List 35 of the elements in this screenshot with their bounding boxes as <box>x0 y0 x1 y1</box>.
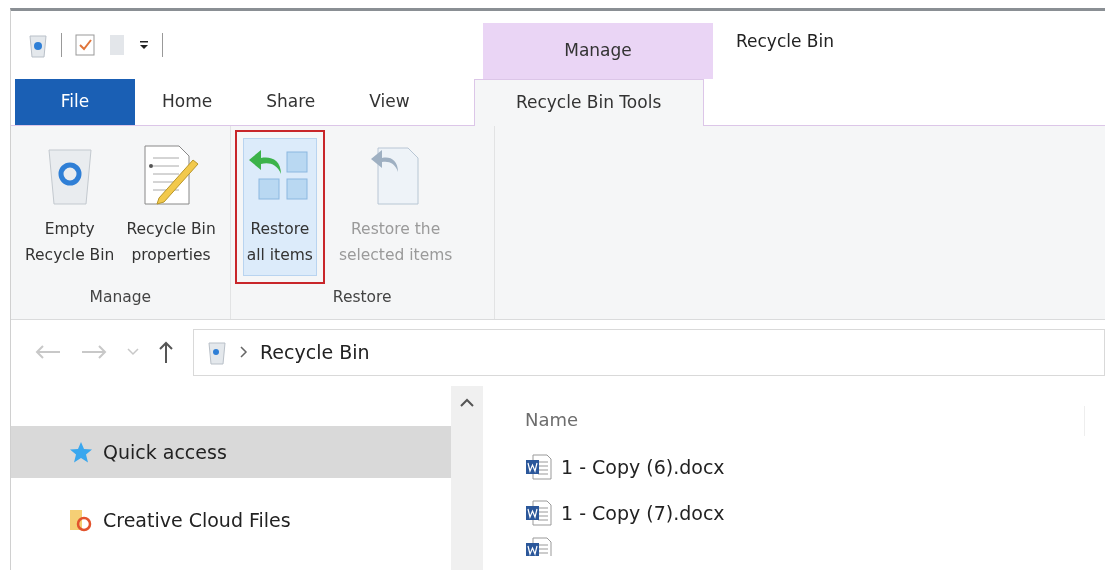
file-row[interactable]: 1 - Copy (7).docx <box>525 490 1105 536</box>
back-arrow-icon[interactable] <box>35 345 61 359</box>
checkbox-icon[interactable] <box>74 33 96 57</box>
chevron-up-icon[interactable] <box>460 398 474 407</box>
chevron-down-icon[interactable] <box>127 348 139 356</box>
ribbon-tab[interactable]: Share <box>239 79 343 125</box>
nav-item[interactable]: Quick access <box>11 426 451 478</box>
column-header[interactable]: Name <box>525 406 1085 436</box>
ribbon-button[interactable]: Restore all items <box>242 138 317 276</box>
word-document-icon <box>525 453 553 481</box>
ribbon-button[interactable]: Recycle Bin properties <box>122 138 220 276</box>
star-icon <box>69 441 93 463</box>
group-label: Restore <box>331 286 393 308</box>
address-bar[interactable]: Recycle Bin <box>193 328 1105 376</box>
word-document-icon <box>525 536 553 556</box>
ribbon-tab[interactable]: Home <box>135 79 240 125</box>
forward-arrow-icon[interactable] <box>81 345 107 359</box>
recycle-bin-icon[interactable] <box>27 32 49 58</box>
ribbon-tab[interactable]: File <box>15 79 135 125</box>
up-arrow-icon[interactable] <box>159 341 173 363</box>
nav-item[interactable]: Creative Cloud Files <box>11 494 451 546</box>
recycle-bin-icon <box>206 339 228 365</box>
file-row[interactable]: 1 - Copy (6).docx <box>525 444 1105 490</box>
group-label: Manage <box>88 286 153 308</box>
scrollbar[interactable] <box>451 386 483 570</box>
dropdown-icon[interactable] <box>138 39 150 51</box>
document-pencil-icon <box>143 144 200 206</box>
address-path: Recycle Bin <box>260 339 370 365</box>
ribbon-button[interactable]: Empty Recycle Bin <box>21 138 119 276</box>
context-tab-group: Manage <box>483 23 713 79</box>
window-title: Recycle Bin <box>736 30 834 53</box>
ribbon-tab[interactable]: Recycle Bin Tools <box>473 79 704 126</box>
ribbon-tab[interactable]: View <box>342 79 437 125</box>
word-document-icon <box>525 499 553 527</box>
chevron-right-icon <box>240 346 248 358</box>
